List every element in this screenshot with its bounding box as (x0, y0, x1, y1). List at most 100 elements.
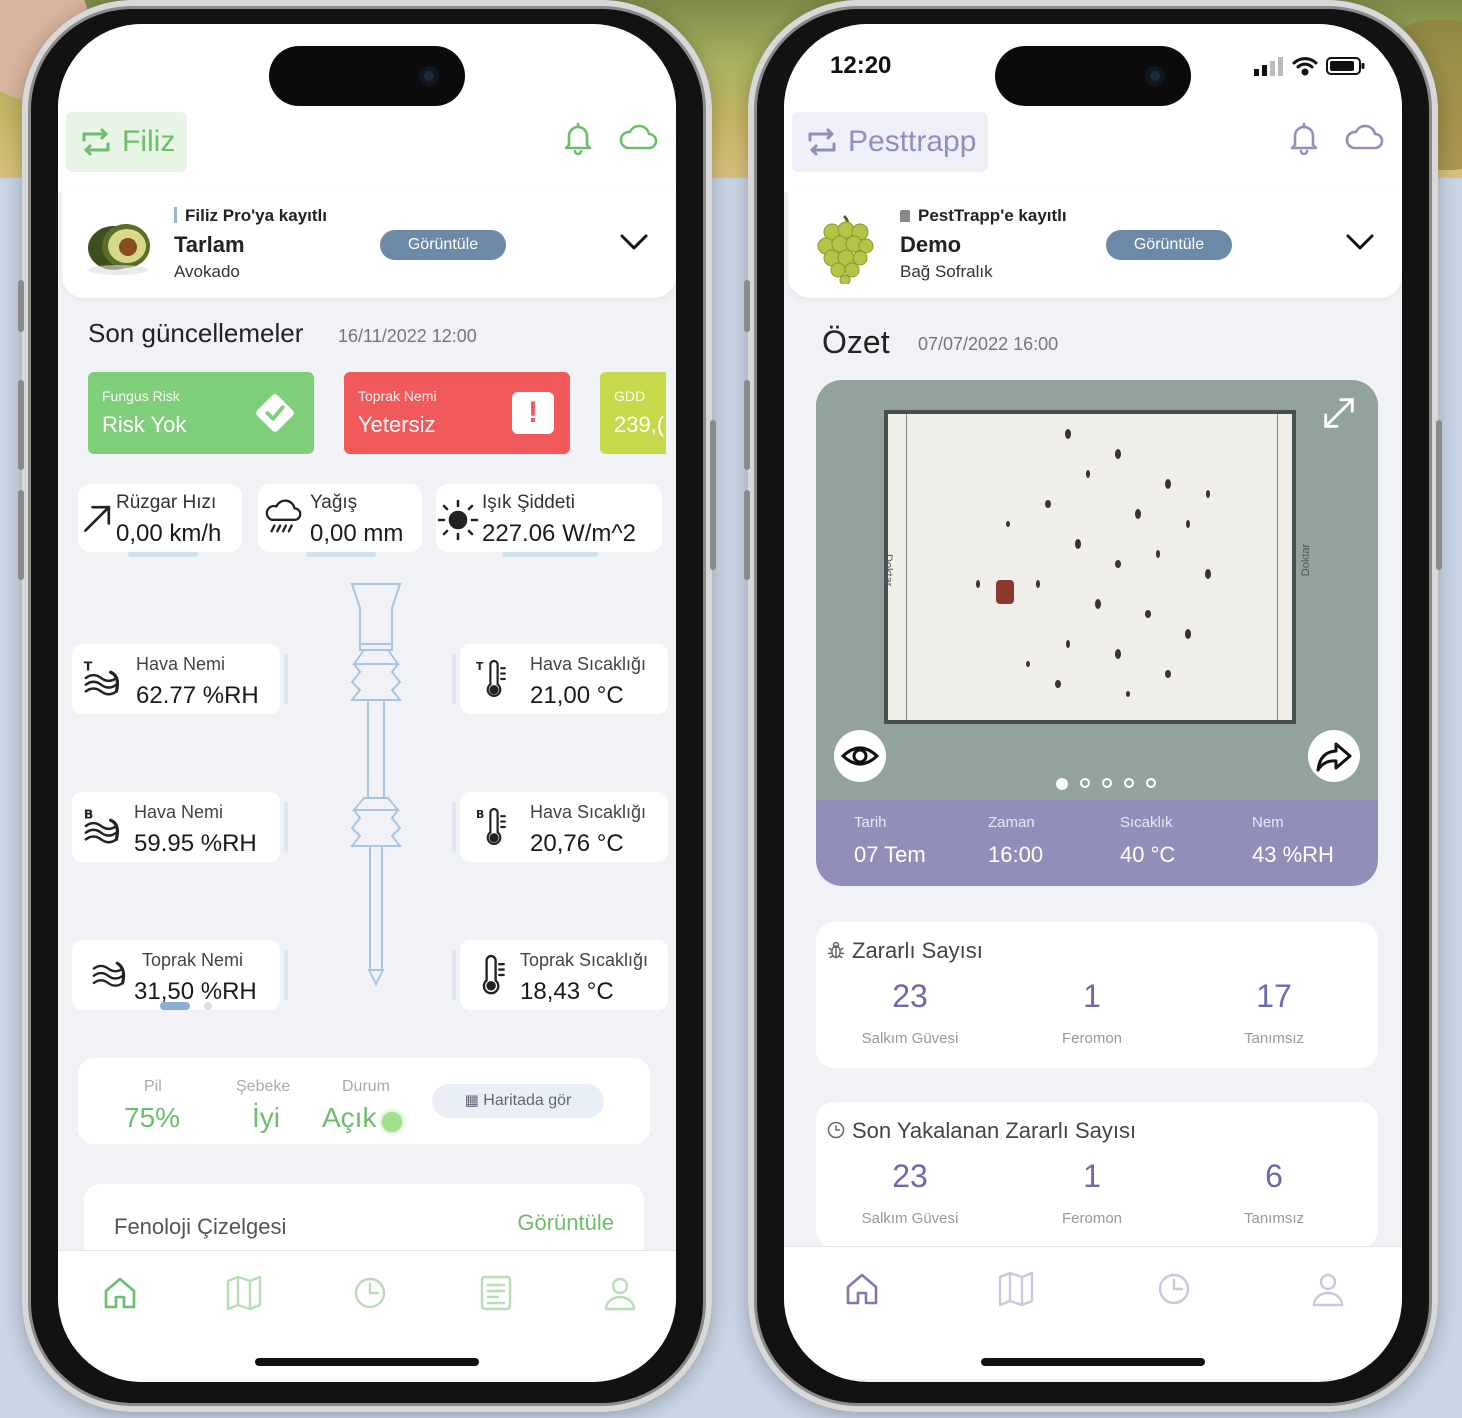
registration-label: PestTrapp'e kayıtlı (900, 206, 1067, 226)
network-value: İyi (252, 1102, 280, 1133)
cloud-icon[interactable] (1344, 120, 1384, 156)
side-button (18, 490, 24, 580)
share-button[interactable] (1308, 730, 1360, 782)
pest-count-label: Tanımsız (1243, 1030, 1304, 1047)
phone-frame-left: Filiz Filiz Pro'ya kayıtlı Tarlam Avokad… (18, 0, 716, 1412)
summary-date: 07/07/2022 16:00 (918, 334, 1059, 354)
pest-count-label: Salkım Güvesi (861, 1030, 959, 1047)
temperature-label: Sıcaklık (1120, 814, 1173, 831)
profile-icon[interactable] (1308, 1269, 1348, 1309)
map-icon[interactable] (996, 1269, 1036, 1309)
wind-speed-chip: Rüzgar Hızı 0,00 km/h (78, 484, 242, 552)
battery-label: Pil (144, 1078, 162, 1095)
warning-icon: ! (512, 392, 554, 434)
carousel-dot[interactable] (1146, 778, 1156, 788)
map-icon[interactable] (224, 1273, 264, 1313)
carousel-dot[interactable] (1124, 778, 1134, 788)
screen-filiz: Filiz Filiz Pro'ya kayıtlı Tarlam Avokad… (58, 24, 676, 1382)
status-icons (1254, 56, 1366, 76)
last-caught-value: 6 (1265, 1158, 1283, 1194)
wifi-icon (1292, 57, 1318, 76)
side-button (744, 490, 750, 580)
clock-icon[interactable] (350, 1273, 390, 1313)
farm-card: PestTrapp'e kayıtlı Demo Bağ Sofralık Gö… (788, 192, 1402, 298)
device-status-card: Pil 75% Şebeke İyi Durum Açık ▦ Haritada… (78, 1058, 650, 1144)
side-button (18, 380, 24, 470)
pager-dot (204, 1002, 212, 1010)
probe-icon (174, 207, 177, 223)
time-label: Zaman (988, 814, 1035, 831)
bell-icon[interactable] (1286, 120, 1322, 156)
eye-button[interactable] (834, 730, 886, 782)
svg-text:T: T (84, 658, 93, 673)
last-caught-label: Salkım Güvesi (861, 1210, 959, 1227)
avocado-image (88, 224, 150, 275)
view-button[interactable]: Görüntüle (1106, 230, 1232, 260)
sun-icon (437, 499, 479, 541)
report-icon[interactable] (476, 1273, 516, 1313)
clock-icon (827, 1121, 845, 1139)
pest-count-value: 17 (1256, 978, 1292, 1014)
thermometer-bottom-icon: B (476, 807, 506, 845)
soil-humidity-icon (92, 961, 126, 987)
view-on-map-button[interactable]: ▦ Haritada gör (432, 1084, 604, 1118)
side-button (1436, 420, 1442, 570)
dynamic-island (269, 46, 465, 106)
brand-switch-button[interactable]: Filiz (66, 112, 188, 172)
home-indicator (981, 1358, 1205, 1366)
state-value: Açık (322, 1102, 377, 1133)
insects (976, 429, 1211, 697)
home-icon[interactable] (842, 1269, 882, 1309)
humidity-bottom-icon: B (84, 806, 120, 844)
carousel-dot-active[interactable] (1056, 778, 1068, 790)
sensor-device-illustration (349, 583, 403, 987)
fungus-risk-tile[interactable]: Fungus Risk Risk Yok (88, 372, 314, 454)
last-caught-title: Son Yakalanan Zararlı Sayısı (852, 1118, 1137, 1143)
eye-icon (840, 746, 880, 766)
expand-icon[interactable] (1320, 394, 1358, 432)
brand-switch-button[interactable]: Pesttrapp (792, 112, 989, 172)
air-temperature-bottom-card: B Hava Sıcaklığı 20,76 °C (452, 792, 668, 862)
gdd-tile[interactable]: GDD 239,( (600, 372, 666, 454)
last-caught-card: Son Yakalanan Zararlı Sayısı 23 Salkım G… (816, 1102, 1378, 1248)
home-indicator (255, 1358, 479, 1366)
svg-text:B: B (476, 808, 484, 821)
svg-text:B: B (84, 806, 93, 821)
clock-icon[interactable] (1154, 1269, 1194, 1309)
pest-count-value: 1 (1083, 978, 1101, 1014)
arrow-up-right-icon (84, 505, 111, 532)
pager-dot-active (160, 1002, 190, 1010)
switch-icon (82, 128, 110, 156)
registration-label: Filiz Pro'ya kayıtlı (174, 206, 327, 226)
online-dot (382, 1112, 402, 1132)
carousel-dot[interactable] (1102, 778, 1112, 788)
bug-icon (827, 941, 845, 959)
view-button[interactable]: Görüntüle (380, 230, 506, 260)
cloud-icon[interactable] (618, 120, 658, 156)
battery-icon (1326, 57, 1365, 75)
air-humidity-top-card: T Hava Nemi 62.77 %RH (72, 644, 288, 714)
chevron-down-icon[interactable] (618, 230, 650, 254)
chevron-down-icon[interactable] (1344, 230, 1376, 254)
light-intensity-chip: Işık Şiddeti 227.06 W/m^2 (436, 484, 662, 552)
phone-frame-right: 12:20 Pesttrapp PestTrapp'e kayıtlı Demo… (744, 0, 1442, 1412)
summary-title: Özet (822, 324, 890, 360)
scroll-indicator (306, 552, 376, 557)
trap-photo[interactable]: Doktar Doktar (816, 380, 1378, 800)
trap-photo-card: Doktar Doktar Tarih 07 Tem Zaman 16:00 S… (816, 380, 1378, 886)
battery-value: 75% (124, 1102, 181, 1133)
farm-card: Filiz Pro'ya kayıtlı Tarlam Avokado Görü… (62, 192, 676, 298)
farm-name: Demo (900, 232, 962, 257)
share-icon (1316, 742, 1352, 772)
brand-name: Pesttrapp (848, 125, 977, 158)
bell-icon[interactable] (560, 120, 596, 156)
farm-name: Tarlam (174, 232, 245, 257)
phenology-view-link[interactable]: Görüntüle (517, 1210, 614, 1236)
carousel-dot[interactable] (1080, 778, 1090, 788)
air-humidity-bottom-card: B Hava Nemi 59.95 %RH (72, 792, 288, 862)
pest-count-label: Feromon (1061, 1030, 1123, 1047)
profile-icon[interactable] (600, 1273, 640, 1313)
home-icon[interactable] (100, 1273, 140, 1313)
soil-moisture-tile[interactable]: Toprak Nemi Yetersiz ! (344, 372, 570, 454)
date-value: 07 Tem (854, 842, 926, 867)
